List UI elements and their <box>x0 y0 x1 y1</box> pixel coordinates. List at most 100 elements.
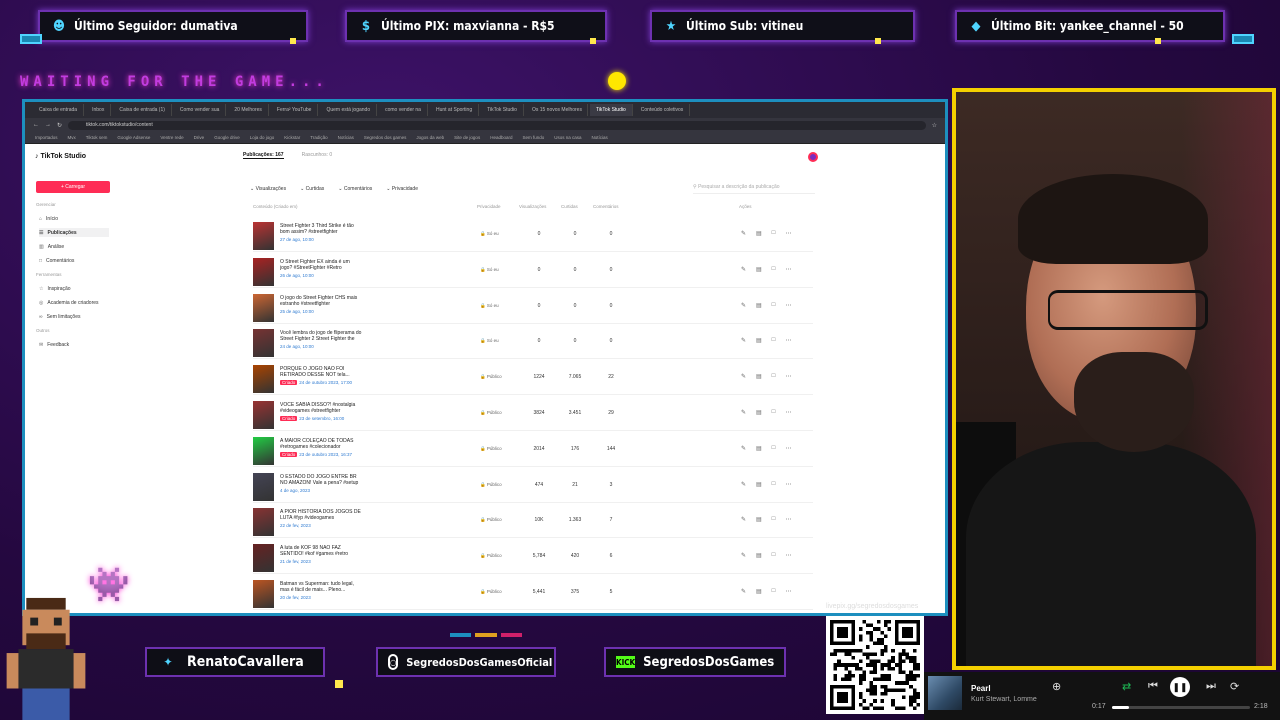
post-title[interactable]: O Street Fighter EX ainda é um jogo? #St… <box>280 259 362 271</box>
sidebar-item-feedback[interactable]: ✉ Feedback <box>39 340 109 349</box>
edit-icon[interactable]: ✎ <box>741 266 746 273</box>
bookmark-item[interactable]: Google drive <box>214 135 240 140</box>
post-title[interactable]: A PIOR HISTÓRIA DOS JOGOS DE LUTA #fyp #… <box>280 509 362 521</box>
more-icon[interactable]: ⋯ <box>785 302 791 309</box>
comment-icon[interactable]: □ <box>772 266 776 273</box>
post-privacy[interactable]: 🔒 Público <box>480 589 502 595</box>
filter-views[interactable]: ⌄ Visualizações <box>250 186 286 192</box>
reload-icon[interactable]: ↻ <box>57 122 62 129</box>
table-row[interactable]: O Street Fighter EX ainda é um jogo? #St… <box>253 254 813 288</box>
previous-icon[interactable]: ⏮ <box>1148 680 1158 693</box>
stats-icon[interactable]: ▤ <box>756 337 762 344</box>
browser-tab[interactable]: Como vender sua <box>174 104 227 116</box>
stats-icon[interactable]: ▤ <box>756 588 762 595</box>
bookmark-item[interactable]: Tradição <box>310 135 327 140</box>
comment-icon[interactable]: □ <box>772 516 776 523</box>
more-icon[interactable]: ⋯ <box>785 373 791 380</box>
browser-tab[interactable]: Caixa de entrada <box>33 104 85 116</box>
sidebar-item-comments[interactable]: □ Comentários <box>39 256 109 265</box>
bookmark-item[interactable]: Sem fundo <box>522 135 544 140</box>
bookmark-star-icon[interactable]: ☆ <box>932 122 937 129</box>
post-title[interactable]: A luta de KOF 98 NÃO FAZ SENTIDO! #kof #… <box>280 545 362 557</box>
comment-icon[interactable]: □ <box>772 588 776 595</box>
post-title[interactable]: Batman vs Superman: tudo legal, mas é fá… <box>280 581 362 593</box>
bookmark-item[interactable]: Notícias <box>338 135 354 140</box>
table-row[interactable]: VOCÊ SABIA DISSO?! #nostalgia #videogame… <box>253 397 813 431</box>
edit-icon[interactable]: ✎ <box>741 409 746 416</box>
post-title[interactable]: O ESTADO DO JOGO ENTRE BR NO AMAZON! Val… <box>280 474 362 486</box>
more-icon[interactable]: ⋯ <box>785 337 791 344</box>
post-thumbnail[interactable] <box>253 472 274 501</box>
bookmark-item[interactable]: Headboard <box>490 135 512 140</box>
filter-likes[interactable]: ⌄ Curtidas <box>300 186 324 192</box>
post-title[interactable]: PORQUE O JOGO NÃO FOI RETIRADO DESSE NOT… <box>280 366 362 378</box>
edit-icon[interactable]: ✎ <box>741 552 746 559</box>
pause-button[interactable]: ❚❚ <box>1170 677 1190 697</box>
table-row[interactable]: O ESTADO DO JOGO ENTRE BR NO AMAZON! Val… <box>253 469 813 503</box>
add-to-library-icon[interactable]: ⊕ <box>1052 680 1061 693</box>
bookmark-item[interactable]: Segredos dos games <box>364 135 407 140</box>
more-icon[interactable]: ⋯ <box>785 445 791 452</box>
table-row[interactable]: Você lembra do jogo de fliperama do Stre… <box>253 325 813 360</box>
table-row[interactable]: Batman vs Superman: tudo legal, mas é fá… <box>253 576 813 610</box>
bookmark-item[interactable]: Usos na casa <box>554 135 581 140</box>
more-icon[interactable]: ⋯ <box>785 230 791 237</box>
browser-tab[interactable]: TikTok Studio <box>481 104 524 116</box>
comment-icon[interactable]: □ <box>772 373 776 380</box>
stats-icon[interactable]: ▤ <box>756 230 762 237</box>
sidebar-item-home[interactable]: ⌂ Início <box>39 214 109 223</box>
post-title[interactable]: Street Fighter 3 Third Strike é tão bom … <box>280 223 362 235</box>
post-privacy[interactable]: 🔒 Público <box>480 374 502 380</box>
table-row[interactable]: A luta de KOF 98 NÃO FAZ SENTIDO! #kof #… <box>253 540 813 575</box>
post-privacy[interactable]: 🔒 Só eu <box>480 231 499 237</box>
browser-tab[interactable]: TikTok Studio <box>589 104 633 116</box>
post-thumbnail[interactable] <box>253 329 274 358</box>
post-thumbnail[interactable] <box>253 365 274 394</box>
table-row[interactable]: A MAIOR COLEÇÃO DE TODAS #retrogames #co… <box>253 433 813 467</box>
bookmark-item[interactable]: Jogos da web <box>416 135 444 140</box>
stats-icon[interactable]: ▤ <box>756 552 762 559</box>
table-row[interactable]: Street Fighter 3 Third Strike é tão bom … <box>253 218 813 252</box>
post-title[interactable]: O jogo do Street Fighter CHS mais estran… <box>280 295 362 307</box>
comment-icon[interactable]: □ <box>772 552 776 559</box>
tab-drafts[interactable]: Rascunhos: 0 <box>302 152 333 159</box>
edit-icon[interactable]: ✎ <box>741 230 746 237</box>
more-icon[interactable]: ⋯ <box>785 552 791 559</box>
comment-icon[interactable]: □ <box>772 302 776 309</box>
sidebar-item-academy[interactable]: ◎ Academia de criadores <box>39 298 109 307</box>
bookmark-item[interactable]: Tiktok sem <box>86 135 108 140</box>
more-icon[interactable]: ⋯ <box>785 588 791 595</box>
back-icon[interactable]: ← <box>33 122 39 128</box>
bookmark-item[interactable]: Kickstar <box>284 135 300 140</box>
table-row[interactable]: O jogo do Street Fighter CHS mais estran… <box>253 290 813 324</box>
filter-comments[interactable]: ⌄ Comentários <box>338 186 372 192</box>
edit-icon[interactable]: ✎ <box>741 373 746 380</box>
edit-icon[interactable]: ✎ <box>741 337 746 344</box>
sidebar-item-analytics[interactable]: ▥ Análise <box>39 242 109 251</box>
edit-icon[interactable]: ✎ <box>741 445 746 452</box>
more-icon[interactable]: ⋯ <box>785 266 791 273</box>
stats-icon[interactable]: ▤ <box>756 373 762 380</box>
stats-icon[interactable]: ▤ <box>756 481 762 488</box>
edit-icon[interactable]: ✎ <box>741 516 746 523</box>
post-thumbnail[interactable] <box>253 544 274 573</box>
browser-tab[interactable]: Conteúdo coletivos <box>635 104 691 116</box>
url-field[interactable]: tiktok.com/tiktokstudio/content <box>68 120 926 130</box>
bookmark-item[interactable]: Drive <box>194 135 205 140</box>
comment-icon[interactable]: □ <box>772 337 776 344</box>
post-privacy[interactable]: 🔒 Público <box>480 482 502 488</box>
post-thumbnail[interactable] <box>253 293 274 322</box>
avatar[interactable] <box>808 152 818 162</box>
next-icon[interactable]: ⏭ <box>1206 680 1216 693</box>
post-privacy[interactable]: 🔒 Só eu <box>480 338 499 344</box>
edit-icon[interactable]: ✎ <box>741 302 746 309</box>
comment-icon[interactable]: □ <box>772 409 776 416</box>
post-title[interactable]: Você lembra do jogo de fliperama do Stre… <box>280 330 362 342</box>
post-privacy[interactable]: 🔒 Público <box>480 410 502 416</box>
post-thumbnail[interactable] <box>253 257 274 286</box>
bookmark-item[interactable]: Importados <box>35 135 58 140</box>
more-icon[interactable]: ⋯ <box>785 481 791 488</box>
repeat-icon[interactable]: ⟳ <box>1230 680 1239 693</box>
browser-tab[interactable]: Ferra² YouTube <box>271 104 319 116</box>
post-thumbnail[interactable] <box>253 508 274 537</box>
